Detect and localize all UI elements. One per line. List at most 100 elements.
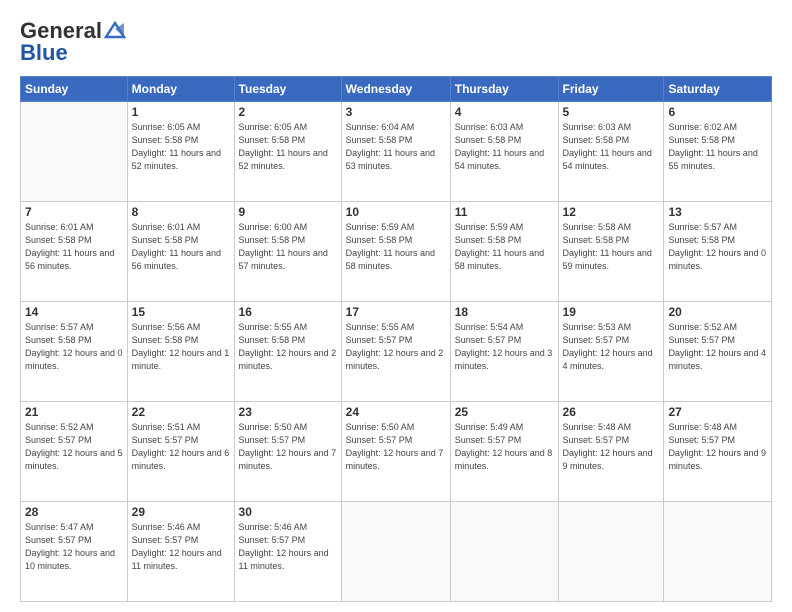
day-number: 3 — [346, 105, 446, 119]
calendar-week-row: 28 Sunrise: 5:47 AMSunset: 5:57 PMDayligh… — [21, 502, 772, 602]
day-info: Sunrise: 5:52 AMSunset: 5:57 PMDaylight:… — [25, 421, 123, 473]
weekday-header-cell: Wednesday — [341, 77, 450, 102]
day-info: Sunrise: 6:04 AMSunset: 5:58 PMDaylight:… — [346, 121, 446, 173]
day-number: 12 — [563, 205, 660, 219]
day-info: Sunrise: 5:48 AMSunset: 5:57 PMDaylight:… — [668, 421, 767, 473]
calendar-cell: 2Sunrise: 6:05 AMSunset: 5:58 PMDaylight… — [234, 102, 341, 202]
day-info: Sunrise: 6:00 AMSunset: 5:58 PMDaylight:… — [239, 221, 337, 273]
day-number: 20 — [668, 305, 767, 319]
calendar-cell: 16 Sunrise: 5:55 AMSunset: 5:58 PMDayligh… — [234, 302, 341, 402]
calendar-cell: 6 Sunrise: 6:02 AMSunset: 5:58 PMDaylight… — [664, 102, 772, 202]
weekday-header-cell: Thursday — [450, 77, 558, 102]
day-number: 14 — [25, 305, 123, 319]
calendar-cell: 23 Sunrise: 5:50 AMSunset: 5:57 PMDayligh… — [234, 402, 341, 502]
day-info: Sunrise: 5:59 AMSunset: 5:58 PMDaylight:… — [455, 221, 554, 273]
day-info: Sunrise: 5:53 AMSunset: 5:57 PMDaylight:… — [563, 321, 660, 373]
day-info: Sunrise: 6:02 AMSunset: 5:58 PMDaylight:… — [668, 121, 767, 173]
calendar-week-row: 21Sunrise: 5:52 AMSunset: 5:57 PMDayligh… — [21, 402, 772, 502]
day-info: Sunrise: 6:03 AMSunset: 5:58 PMDaylight:… — [563, 121, 660, 173]
calendar-cell: 19 Sunrise: 5:53 AMSunset: 5:57 PMDayligh… — [558, 302, 664, 402]
day-number: 15 — [132, 305, 230, 319]
day-info: Sunrise: 6:01 AMSunset: 5:58 PMDaylight:… — [132, 221, 230, 273]
day-number: 16 — [239, 305, 337, 319]
day-info: Sunrise: 5:50 AMSunset: 5:57 PMDaylight:… — [239, 421, 337, 473]
calendar-cell: 7 Sunrise: 6:01 AMSunset: 5:58 PMDaylight… — [21, 202, 128, 302]
calendar-cell: 8 Sunrise: 6:01 AMSunset: 5:58 PMDaylight… — [127, 202, 234, 302]
day-number: 27 — [668, 405, 767, 419]
calendar-cell: 20 Sunrise: 5:52 AMSunset: 5:57 PMDayligh… — [664, 302, 772, 402]
day-number: 29 — [132, 505, 230, 519]
day-info: Sunrise: 6:05 AMSunset: 5:58 PMDaylight:… — [132, 121, 230, 173]
calendar-cell — [450, 502, 558, 602]
calendar-week-row: 7 Sunrise: 6:01 AMSunset: 5:58 PMDaylight… — [21, 202, 772, 302]
day-number: 4 — [455, 105, 554, 119]
day-number: 22 — [132, 405, 230, 419]
day-info: Sunrise: 5:55 AMSunset: 5:57 PMDaylight:… — [346, 321, 446, 373]
calendar-cell: 26 Sunrise: 5:48 AMSunset: 5:57 PMDayligh… — [558, 402, 664, 502]
calendar-cell: 3 Sunrise: 6:04 AMSunset: 5:58 PMDaylight… — [341, 102, 450, 202]
calendar-cell: 27 Sunrise: 5:48 AMSunset: 5:57 PMDayligh… — [664, 402, 772, 502]
logo: General Blue — [20, 18, 126, 66]
day-info: Sunrise: 5:51 AMSunset: 5:57 PMDaylight:… — [132, 421, 230, 473]
day-info: Sunrise: 5:57 AMSunset: 5:58 PMDaylight:… — [668, 221, 767, 273]
calendar-week-row: 1 Sunrise: 6:05 AMSunset: 5:58 PMDaylight… — [21, 102, 772, 202]
calendar-cell: 15Sunrise: 5:56 AMSunset: 5:58 PMDayligh… — [127, 302, 234, 402]
calendar-cell: 13 Sunrise: 5:57 AMSunset: 5:58 PMDayligh… — [664, 202, 772, 302]
day-number: 18 — [455, 305, 554, 319]
weekday-header-cell: Friday — [558, 77, 664, 102]
day-info: Sunrise: 6:05 AMSunset: 5:58 PMDaylight:… — [239, 121, 337, 173]
day-number: 28 — [25, 505, 123, 519]
day-number: 7 — [25, 205, 123, 219]
day-number: 1 — [132, 105, 230, 119]
calendar-cell: 24 Sunrise: 5:50 AMSunset: 5:57 PMDayligh… — [341, 402, 450, 502]
calendar-cell: 28 Sunrise: 5:47 AMSunset: 5:57 PMDayligh… — [21, 502, 128, 602]
day-number: 19 — [563, 305, 660, 319]
calendar-cell: 30 Sunrise: 5:46 AMSunset: 5:57 PMDayligh… — [234, 502, 341, 602]
day-info: Sunrise: 5:46 AMSunset: 5:57 PMDaylight:… — [239, 521, 337, 573]
weekday-header-cell: Sunday — [21, 77, 128, 102]
calendar-body: 1 Sunrise: 6:05 AMSunset: 5:58 PMDaylight… — [21, 102, 772, 602]
weekday-header-cell: Tuesday — [234, 77, 341, 102]
calendar-cell — [558, 502, 664, 602]
calendar-cell: 14 Sunrise: 5:57 AMSunset: 5:58 PMDayligh… — [21, 302, 128, 402]
day-number: 24 — [346, 405, 446, 419]
day-number: 30 — [239, 505, 337, 519]
calendar-cell: 18 Sunrise: 5:54 AMSunset: 5:57 PMDayligh… — [450, 302, 558, 402]
weekday-header-cell: Saturday — [664, 77, 772, 102]
weekday-header-cell: Monday — [127, 77, 234, 102]
day-info: Sunrise: 6:01 AMSunset: 5:58 PMDaylight:… — [25, 221, 123, 273]
calendar-cell: 5Sunrise: 6:03 AMSunset: 5:58 PMDaylight… — [558, 102, 664, 202]
day-info: Sunrise: 5:50 AMSunset: 5:57 PMDaylight:… — [346, 421, 446, 473]
calendar-cell: 17 Sunrise: 5:55 AMSunset: 5:57 PMDayligh… — [341, 302, 450, 402]
calendar-cell — [664, 502, 772, 602]
calendar-cell: 4 Sunrise: 6:03 AMSunset: 5:58 PMDaylight… — [450, 102, 558, 202]
calendar-table: SundayMondayTuesdayWednesdayThursdayFrid… — [20, 76, 772, 602]
day-info: Sunrise: 5:55 AMSunset: 5:58 PMDaylight:… — [239, 321, 337, 373]
day-info: Sunrise: 5:47 AMSunset: 5:57 PMDaylight:… — [25, 521, 123, 573]
day-number: 25 — [455, 405, 554, 419]
weekday-header-row: SundayMondayTuesdayWednesdayThursdayFrid… — [21, 77, 772, 102]
calendar-cell: 11 Sunrise: 5:59 AMSunset: 5:58 PMDayligh… — [450, 202, 558, 302]
day-number: 23 — [239, 405, 337, 419]
day-number: 13 — [668, 205, 767, 219]
calendar-cell — [21, 102, 128, 202]
calendar-cell: 12 Sunrise: 5:58 AMSunset: 5:58 PMDayligh… — [558, 202, 664, 302]
day-info: Sunrise: 5:59 AMSunset: 5:58 PMDaylight:… — [346, 221, 446, 273]
calendar-cell: 9 Sunrise: 6:00 AMSunset: 5:58 PMDaylight… — [234, 202, 341, 302]
day-number: 8 — [132, 205, 230, 219]
calendar-page: General Blue SundayMondayTuesdayWednesda… — [0, 0, 792, 612]
day-info: Sunrise: 5:48 AMSunset: 5:57 PMDaylight:… — [563, 421, 660, 473]
day-number: 11 — [455, 205, 554, 219]
day-info: Sunrise: 5:54 AMSunset: 5:57 PMDaylight:… — [455, 321, 554, 373]
header: General Blue — [20, 18, 772, 66]
day-info: Sunrise: 5:58 AMSunset: 5:58 PMDaylight:… — [563, 221, 660, 273]
day-info: Sunrise: 5:49 AMSunset: 5:57 PMDaylight:… — [455, 421, 554, 473]
day-info: Sunrise: 5:57 AMSunset: 5:58 PMDaylight:… — [25, 321, 123, 373]
day-number: 17 — [346, 305, 446, 319]
day-number: 9 — [239, 205, 337, 219]
calendar-cell — [341, 502, 450, 602]
day-number: 6 — [668, 105, 767, 119]
day-info: Sunrise: 5:52 AMSunset: 5:57 PMDaylight:… — [668, 321, 767, 373]
day-number: 26 — [563, 405, 660, 419]
day-info: Sunrise: 6:03 AMSunset: 5:58 PMDaylight:… — [455, 121, 554, 173]
